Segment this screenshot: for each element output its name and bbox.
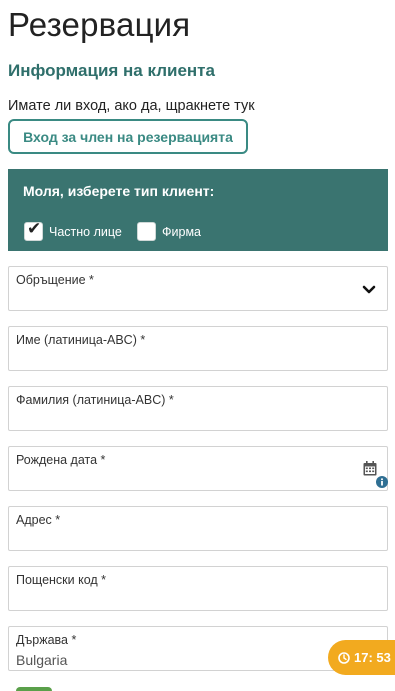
section-title: Информация на клиента bbox=[8, 61, 215, 80]
birth-date-field[interactable]: Рождена дата * bbox=[8, 446, 388, 491]
company-checkbox[interactable] bbox=[137, 222, 156, 241]
address-field[interactable]: Адрес * bbox=[8, 506, 388, 551]
last-name-label: Фамилия (латиница-ABC) * bbox=[16, 393, 174, 407]
first-name-label: Име (латиница-ABC) * bbox=[16, 333, 146, 347]
page-title: Резервация bbox=[8, 6, 191, 43]
country-value: Bulgaria bbox=[16, 652, 68, 668]
chevron-down-icon bbox=[362, 285, 376, 294]
timer-text: 17: 53 bbox=[354, 650, 391, 665]
calendar-icon[interactable] bbox=[363, 461, 377, 476]
birth-date-label: Рождена дата * bbox=[16, 453, 106, 467]
session-timer-badge: 17: 53 bbox=[328, 640, 395, 675]
salutation-label: Обръщение * bbox=[16, 273, 94, 287]
postal-code-label: Пощенски код * bbox=[16, 573, 107, 587]
member-login-button[interactable]: Вход за член на резервацията bbox=[8, 119, 248, 154]
private-person-label: Частно лице bbox=[49, 224, 122, 239]
salutation-select[interactable]: Обръщение * bbox=[8, 266, 388, 311]
client-type-panel: Моля, изберете тип клиент: ✔ Частно лице… bbox=[8, 169, 388, 251]
country-label: Държава * bbox=[16, 633, 77, 647]
postal-code-field[interactable]: Пощенски код * bbox=[8, 566, 388, 611]
address-label: Адрес * bbox=[16, 513, 61, 527]
last-name-field[interactable]: Фамилия (латиница-ABC) * bbox=[8, 386, 388, 431]
login-prompt: Имате ли вход, ако да, щракнете тук bbox=[8, 98, 255, 114]
private-person-checkbox[interactable]: ✔ bbox=[24, 219, 43, 241]
info-icon[interactable] bbox=[376, 476, 388, 488]
next-button-edge[interactable] bbox=[16, 687, 52, 691]
client-type-title: Моля, изберете тип клиент: bbox=[23, 183, 215, 199]
company-label: Фирма bbox=[162, 224, 201, 239]
private-person-option[interactable]: ✔ Частно лице bbox=[24, 219, 122, 241]
company-option[interactable]: Фирма bbox=[137, 222, 201, 241]
clock-icon bbox=[338, 651, 350, 664]
first-name-field[interactable]: Име (латиница-ABC) * bbox=[8, 326, 388, 371]
checkmark-icon: ✔ bbox=[27, 219, 42, 238]
